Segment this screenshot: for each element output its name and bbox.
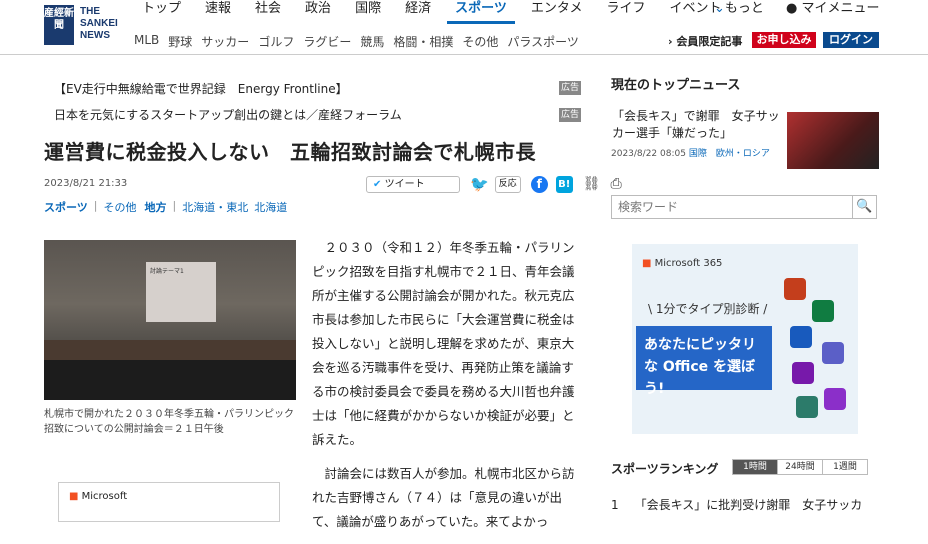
separator: | xyxy=(172,199,177,212)
onenote-icon xyxy=(792,362,814,384)
microsoft-365-ad[interactable]: ■ Microsoft 365 \ 1分でタイプ別診断 / あなたにピッタリな … xyxy=(632,244,858,434)
ad-badge: 広告 xyxy=(559,108,581,122)
ranking-tabs: 1時間 24時間 1週間 xyxy=(732,459,868,475)
nav-sports[interactable]: スポーツ xyxy=(447,0,515,24)
text-ad-2[interactable]: 日本を元気にするスタートアップ創出の鍵とは／産経フォーラム xyxy=(54,106,402,123)
reaction-button[interactable]: 反応 xyxy=(494,175,521,193)
subnav-horse-racing[interactable]: 競馬 xyxy=(360,33,384,50)
paragraph: 討論会には数百人が参加。札幌市北区から訪れた吉野博さん（７４）は「意見の違いが出… xyxy=(312,466,575,529)
nav-society[interactable]: 社会 xyxy=(247,0,289,24)
tab-24-hours[interactable]: 24時間 xyxy=(777,459,823,475)
hatena-bookmark-icon[interactable]: B! xyxy=(555,175,573,193)
logo-wordmark: THE SANKEI NEWS xyxy=(80,6,118,41)
top-news-heading: 現在のトップニュース xyxy=(611,78,741,93)
office-app-icons xyxy=(782,266,854,426)
nav-life[interactable]: ライフ xyxy=(598,0,653,24)
subnav-rugby[interactable]: ラグビー xyxy=(303,33,351,50)
nav-top[interactable]: トップ xyxy=(134,0,189,24)
paragraph: ２０３０（令和１２）年冬季五輪・パラリンピック招致を目指す札幌市で２１日、青年会… xyxy=(312,240,575,447)
word-icon xyxy=(790,326,812,348)
separator: | xyxy=(93,199,98,212)
ad-cta[interactable]: あなたにピッタリな Office を選ぼう! xyxy=(636,326,772,397)
clipchamp-icon xyxy=(824,388,846,410)
ad-badge: 広告 xyxy=(559,81,581,95)
subnav-para-sports[interactable]: パラスポーツ xyxy=(507,33,579,50)
tab-1-week[interactable]: 1週間 xyxy=(822,459,868,475)
powerpoint-icon xyxy=(784,278,806,300)
teams-icon xyxy=(822,342,844,364)
subnav-soccer[interactable]: サッカー xyxy=(201,33,249,50)
site-header: 産經新聞 THE SANKEI NEWS トップ 速報 社会 政治 国際 経済 … xyxy=(0,0,928,55)
sankei-logo[interactable]: 産經新聞 xyxy=(44,5,74,45)
facebook-icon[interactable]: f xyxy=(530,175,548,193)
copy-link-icon[interactable]: ⛓ xyxy=(583,176,601,192)
nav-international[interactable]: 国際 xyxy=(347,0,389,24)
category-breadcrumb: スポーツ | その他 地方 | 北海道・東北 北海道 xyxy=(44,199,293,215)
microsoft-logo-icon: ■ xyxy=(69,491,79,502)
subnav-mlb[interactable]: MLB xyxy=(134,33,159,50)
photo-audience xyxy=(44,360,296,400)
more-menu[interactable]: ⌄もっと xyxy=(714,0,764,18)
nav-economy[interactable]: 経済 xyxy=(397,0,439,24)
my-menu[interactable]: ● マイメニュー xyxy=(786,0,880,18)
photo-screen: 討論テーマ1 xyxy=(146,262,216,322)
sub-nav: MLB 野球 サッカー ゴルフ ラグビー 競馬 格闘・相撲 その他 パラスポーツ xyxy=(134,33,588,50)
sports-ranking-heading: スポーツランキング xyxy=(611,462,719,476)
article-body: ２０３０（令和１２）年冬季五輪・パラリンピック招致を目指す札幌市で２１日、青年会… xyxy=(312,236,580,544)
excel-icon xyxy=(812,300,834,322)
login-button[interactable]: ログイン xyxy=(823,32,879,48)
nav-breaking[interactable]: 速報 xyxy=(197,0,239,24)
search-input[interactable]: 検索ワード 🔍 xyxy=(611,195,877,219)
tweet-button[interactable]: ✔ ツイート xyxy=(366,175,460,193)
article-photo[interactable]: 討論テーマ1 xyxy=(44,240,296,400)
subscribe-button[interactable]: お申し込み xyxy=(752,32,816,48)
cat-region[interactable]: 地方 xyxy=(145,199,167,215)
nav-entertainment[interactable]: エンタメ xyxy=(523,0,591,24)
ms365-brand: ■ Microsoft 365 xyxy=(642,258,723,269)
main-nav: トップ 速報 社会 政治 国際 経済 スポーツ エンタメ ライフ イベント xyxy=(134,0,738,24)
user-icon: ● xyxy=(786,1,798,16)
print-icon[interactable]: ⎙ xyxy=(610,176,621,192)
top-news-thumbnail[interactable] xyxy=(787,112,879,169)
subnav-baseball[interactable]: 野球 xyxy=(168,33,192,50)
cat-other[interactable]: その他 xyxy=(104,199,137,215)
ad-tagline: \ 1分でタイプ別診断 / xyxy=(648,302,768,316)
photo-stage xyxy=(44,340,296,360)
text-ad-1[interactable]: 【EV走行中無線給電で世界記録 Energy Frontline】 xyxy=(54,80,348,97)
cat-hokkaido-tohoku[interactable]: 北海道・東北 xyxy=(182,199,248,215)
defender-icon xyxy=(796,396,818,418)
tab-1-hour[interactable]: 1時間 xyxy=(732,459,778,475)
search-icon[interactable]: 🔍 xyxy=(852,196,876,218)
inline-ad[interactable]: ■ Microsoft xyxy=(58,482,280,522)
microsoft-logo-icon: ■ xyxy=(642,258,652,269)
twitter-icon: ✔ xyxy=(373,178,382,190)
cat-sports[interactable]: スポーツ xyxy=(44,199,88,215)
chevron-down-icon: ⌄ xyxy=(714,1,725,16)
share-bar: ✔ ツイート 🐦 反応 f B! ⛓ ⎙ xyxy=(366,175,622,193)
cat-hokkaido[interactable]: 北海道 xyxy=(254,199,287,215)
ranking-item[interactable]: 1 「会長キス」に批判受け謝罪 女子サッカ xyxy=(611,496,862,513)
top-news-link[interactable]: 「会長キス」で謝罪 女子サッカー選手「嫌だった」 xyxy=(612,108,782,142)
article-date: 2023/8/21 21:33 xyxy=(44,178,128,189)
member-articles-link[interactable]: › 会員限定記事 xyxy=(668,33,742,49)
nav-politics[interactable]: 政治 xyxy=(297,0,339,24)
twitter-bird-icon[interactable]: 🐦 xyxy=(470,175,489,193)
subnav-golf[interactable]: ゴルフ xyxy=(258,33,294,50)
subnav-martial-sumo[interactable]: 格闘・相撲 xyxy=(393,33,453,50)
article-title: 運営費に税金投入しない 五輪招致討論会で札幌市長 xyxy=(44,140,536,164)
photo-caption: 札幌市で開かれた２０３０年冬季五輪・パラリンピック招致についての公開討論会＝２１… xyxy=(44,409,294,435)
subnav-other[interactable]: その他 xyxy=(462,33,498,50)
top-news-meta: 2023/8/22 08:05 国際 欧州・ロシア xyxy=(611,149,770,159)
